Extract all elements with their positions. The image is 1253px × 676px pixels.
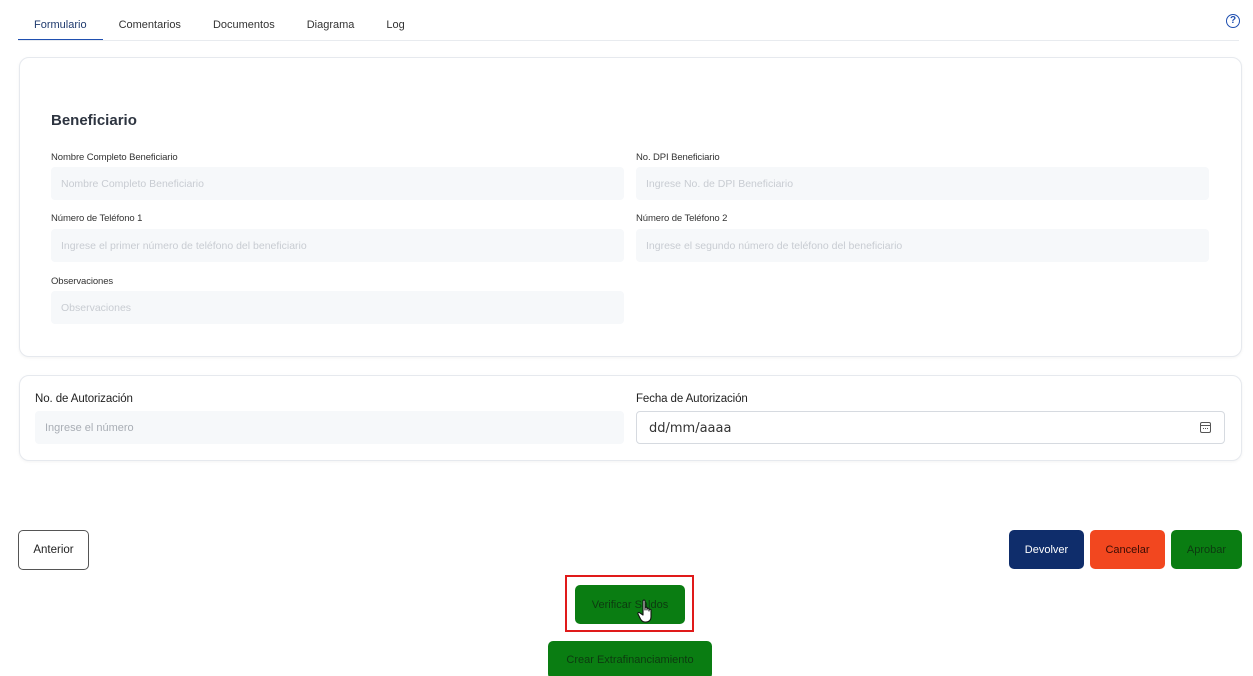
devolver-button[interactable]: Devolver [1009,530,1084,569]
autorizacion-fecha-input[interactable]: dd/mm/aaaa [636,411,1225,444]
autorizacion-numero-input[interactable] [35,411,624,444]
tab-bar: Formulario Comentarios Documentos Diagra… [18,11,421,41]
nombre-input[interactable] [51,167,624,200]
tab-diagrama[interactable]: Diagrama [291,11,371,41]
calendar-icon[interactable] [1200,422,1211,433]
observaciones-input[interactable] [51,291,624,324]
dpi-label: No. DPI Beneficiario [636,152,720,163]
nombre-label: Nombre Completo Beneficiario [51,152,178,163]
autorizacion-fecha-label: Fecha de Autorización [636,393,748,405]
telefono1-label: Número de Teléfono 1 [51,213,143,224]
tab-documentos[interactable]: Documentos [197,11,291,41]
autorizacion-numero-label: No. de Autorización [35,393,133,405]
tab-formulario[interactable]: Formulario [18,11,103,41]
observaciones-label: Observaciones [51,276,114,287]
tab-divider [18,40,1239,41]
telefono2-input[interactable] [636,229,1209,262]
verificar-saldos-button[interactable]: Verificar Saldos [575,585,685,624]
date-value: dd/mm/aaaa [649,421,732,436]
cancelar-button[interactable]: Cancelar [1090,530,1165,569]
help-circle-icon[interactable]: ? [1226,14,1240,28]
section-title-beneficiario: Beneficiario [51,112,137,129]
anterior-button[interactable]: Anterior [18,530,89,570]
hand-pointer-icon [637,599,652,623]
aprobar-button[interactable]: Aprobar [1171,530,1242,569]
tab-comentarios[interactable]: Comentarios [103,11,197,41]
crear-extrafinanciamiento-button[interactable]: Crear Extrafinanciamiento [548,641,712,676]
dpi-input[interactable] [636,167,1209,200]
telefono2-label: Número de Teléfono 2 [636,213,728,224]
tab-log[interactable]: Log [370,11,420,41]
telefono1-input[interactable] [51,229,624,262]
